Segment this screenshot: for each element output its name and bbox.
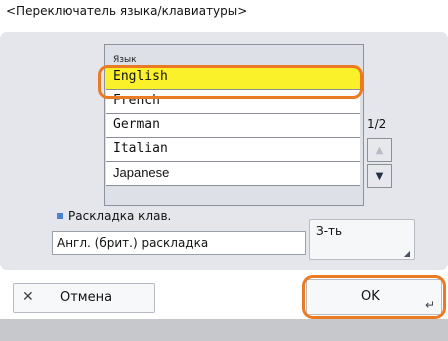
keyboard-layout-label: Раскладка клав. [57, 209, 171, 223]
keyboard-change-label: З-ть [316, 224, 343, 238]
cancel-label: Отмена [60, 290, 113, 305]
close-icon: ✕ [22, 289, 34, 305]
ok-button[interactable]: OK ↵ [306, 279, 442, 315]
scroll-down-button[interactable]: ▼ [367, 164, 392, 188]
bullet-icon [57, 213, 63, 219]
ok-label: OK [361, 289, 380, 304]
keyboard-change-button[interactable]: З-ть ◢ [309, 219, 415, 260]
keyboard-layout-label-text: Раскладка клав. [68, 209, 172, 223]
enter-icon: ↵ [424, 298, 435, 312]
corner-arrow-icon: ◢ [403, 249, 410, 258]
language-list: English French German Italian Japanese [106, 66, 360, 186]
language-item-japanese[interactable]: Japanese [106, 162, 360, 186]
language-item-french[interactable]: French [106, 90, 360, 114]
triangle-up-icon: ▲ [375, 144, 384, 156]
footer-bar [0, 319, 448, 341]
keyboard-layout-value: Англ. (брит.) раскладка [52, 231, 306, 255]
page-indicator: 1/2 [367, 117, 387, 131]
cancel-button[interactable]: ✕ Отмена [13, 283, 155, 313]
language-item-english[interactable]: English [106, 66, 360, 90]
triangle-down-icon: ▼ [375, 170, 384, 182]
screen-title: <Переключатель языка/клавиатуры> [6, 4, 248, 18]
scroll-up-button[interactable]: ▲ [367, 138, 392, 162]
language-item-german[interactable]: German [106, 114, 360, 138]
language-list-header: Язык [113, 55, 137, 65]
language-item-italian[interactable]: Italian [106, 138, 360, 162]
